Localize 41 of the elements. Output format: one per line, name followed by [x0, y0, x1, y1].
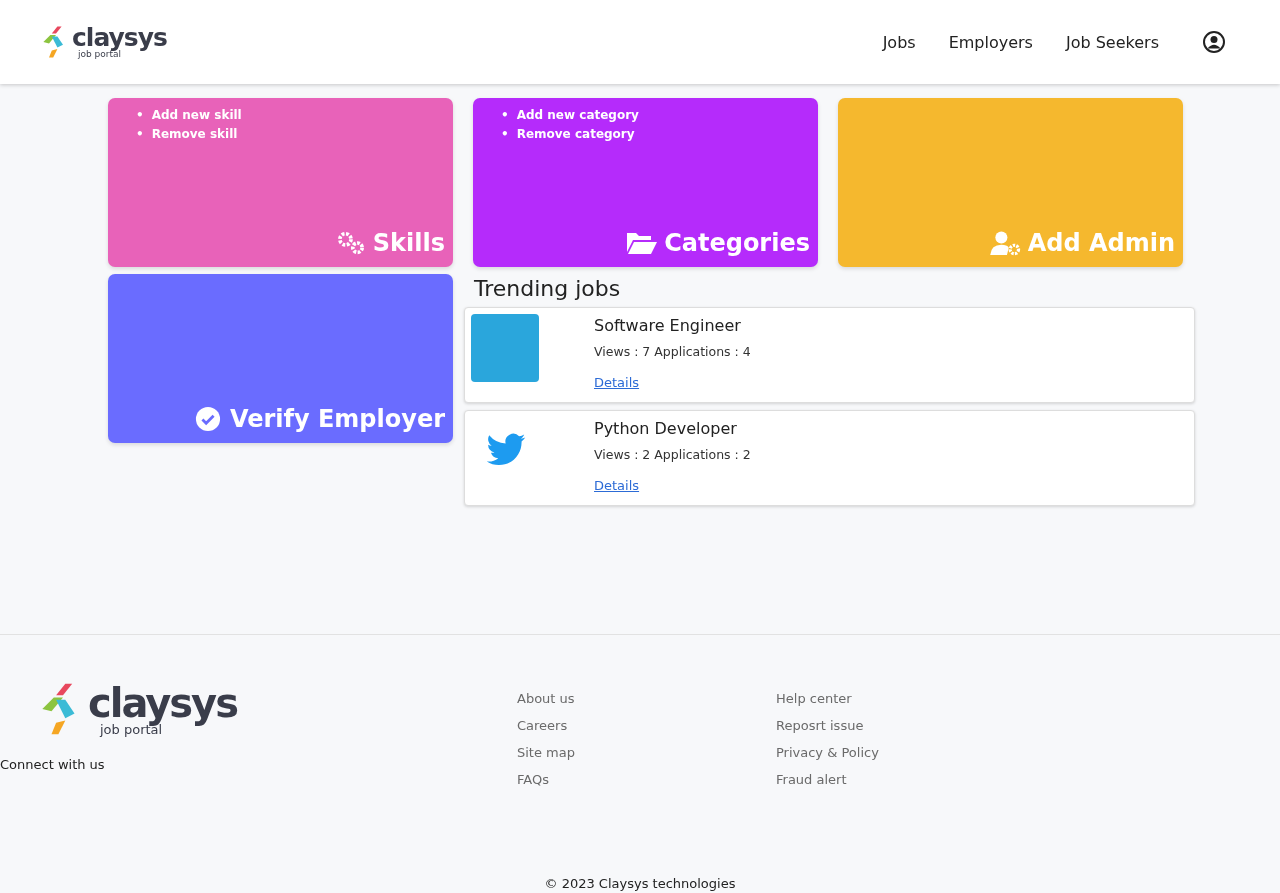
card-title: Categories	[664, 229, 810, 257]
footer-link[interactable]: Reposrt issue	[776, 712, 879, 739]
card-action[interactable]: Remove category	[516, 125, 635, 144]
nav-link[interactable]: Jobs	[882, 32, 916, 52]
bullet-mark: •	[501, 107, 509, 124]
card-title: Skills	[372, 229, 445, 257]
card-title: Verify Employer	[229, 405, 445, 433]
details-link[interactable]: Details	[594, 375, 751, 390]
footer-link[interactable]: FAQs	[517, 766, 776, 793]
bullet-mark: •	[501, 126, 509, 143]
card-action[interactable]: Add new category	[516, 106, 639, 125]
card-action[interactable]: Add new skill	[151, 106, 242, 125]
nav-link[interactable]: Job Seekers	[1065, 32, 1159, 52]
footer-link[interactable]: About us	[517, 685, 776, 712]
connect-text: Connect with us	[0, 757, 106, 772]
copyright-text: © 2023 Claysys technologies	[543, 876, 737, 891]
footer-link[interactable]: Site map	[517, 739, 776, 766]
user-gear-icon	[989, 230, 1022, 256]
nav-link[interactable]: Employers	[948, 32, 1033, 52]
job-stats: Views : 7 Applications : 4	[594, 344, 751, 359]
section-heading: Trending jobs	[474, 276, 622, 301]
bullet-mark: •	[136, 107, 144, 124]
photo-placeholder	[471, 314, 539, 382]
folder-icon	[626, 230, 659, 256]
bullet-mark: •	[136, 126, 144, 143]
details-link[interactable]: Details	[594, 478, 751, 493]
card-action[interactable]: Remove skill	[151, 125, 238, 144]
footer-link[interactable]: Privacy & Policy	[776, 739, 879, 766]
card-title: Add Admin	[1027, 229, 1175, 257]
footer-link[interactable]: Fraud alert	[776, 766, 879, 793]
footer-link[interactable]: Help center	[776, 685, 879, 712]
job-stats: Views : 2 Applications : 2	[594, 447, 751, 462]
dashboard-card[interactable]: • Add new category • Remove category Categories	[473, 98, 818, 267]
job-title: Python Developer	[594, 419, 738, 438]
logo-tagline: job portal	[78, 50, 122, 59]
dashboard-card[interactable]: • Add new skill • Remove skill Skills	[108, 98, 453, 267]
dashboard-card[interactable]: Verify Employer	[108, 274, 453, 443]
user-account-icon[interactable]	[1202, 30, 1226, 54]
footer-link[interactable]: Careers	[517, 712, 776, 739]
logo-wordmark: claysys	[72, 25, 167, 50]
job-title: Software Engineer	[594, 316, 742, 335]
